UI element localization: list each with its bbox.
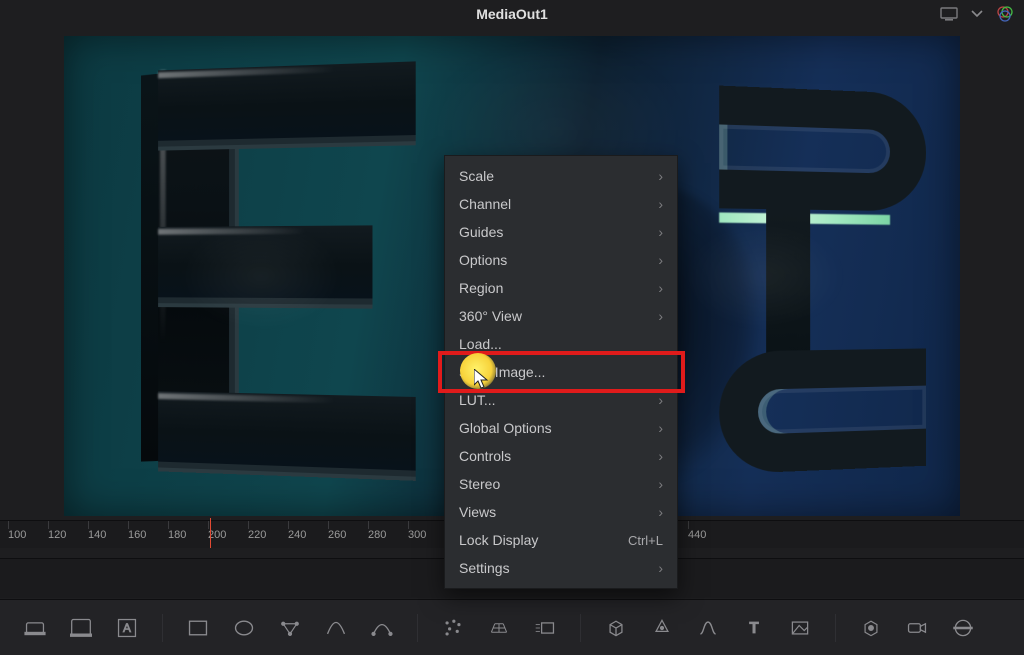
ruler-tick: 100	[8, 529, 48, 541]
context-menu-item[interactable]: Options ›	[445, 246, 677, 274]
chevron-right-icon: ›	[658, 476, 663, 492]
node-toolbar: AT	[0, 599, 1024, 655]
context-menu-item[interactable]: Stereo ›	[445, 470, 677, 498]
context-menu-item[interactable]: Controls ›	[445, 442, 677, 470]
chevron-right-icon: ›	[658, 196, 663, 212]
chevron-right-icon: ›	[658, 252, 663, 268]
chevron-right-icon: ›	[658, 420, 663, 436]
context-menu-item[interactable]: Lock Display Ctrl+L	[445, 526, 677, 554]
context-menu-item-label: 360° View	[459, 308, 522, 324]
tool-output[interactable]	[950, 615, 976, 641]
context-menu-item-label: Controls	[459, 448, 511, 464]
chevron-right-icon: ›	[658, 392, 663, 408]
tool-transform[interactable]	[277, 615, 303, 641]
context-menu-item[interactable]: LUT... ›	[445, 386, 677, 414]
context-menu-item-label: Stereo	[459, 476, 500, 492]
tool-node-3d[interactable]	[858, 615, 884, 641]
tool-text[interactable]: A	[114, 615, 140, 641]
context-menu-item[interactable]: Region ›	[445, 274, 677, 302]
tool-motion-blur[interactable]	[532, 615, 558, 641]
tool-color-corrector[interactable]	[649, 615, 675, 641]
context-menu-item[interactable]: Scale ›	[445, 162, 677, 190]
annotation-click-spot	[460, 353, 496, 389]
tool-grid[interactable]	[486, 615, 512, 641]
context-menu-item[interactable]: Global Options ›	[445, 414, 677, 442]
viewer-content-letter-e	[158, 61, 416, 470]
context-menu-item[interactable]: Views ›	[445, 498, 677, 526]
tool-keyer[interactable]	[787, 615, 813, 641]
context-menu-item-label: Region	[459, 280, 503, 296]
ruler-tick: 280	[368, 529, 408, 541]
svg-text:A: A	[123, 621, 131, 635]
context-menu-item-label: Guides	[459, 224, 503, 240]
context-menu-item-label: Load...	[459, 336, 502, 352]
chevron-down-icon[interactable]	[968, 5, 986, 23]
screen-icon[interactable]	[940, 5, 958, 23]
tool-mask-rectangle[interactable]	[185, 615, 211, 641]
context-menu-item-label: Global Options	[459, 420, 552, 436]
playhead[interactable]	[210, 518, 211, 548]
toolbar-separator	[417, 614, 418, 642]
chevron-right-icon: ›	[658, 504, 663, 520]
ruler-tick: 180	[168, 529, 208, 541]
tool-text3d[interactable]: T	[741, 615, 767, 641]
ruler-tick: 140	[88, 529, 128, 541]
ruler-tick: 300	[408, 529, 448, 541]
context-menu-item[interactable]: Settings ›	[445, 554, 677, 582]
ruler-tick: 240	[288, 529, 328, 541]
context-menu-item-label: LUT...	[459, 392, 496, 408]
tool-background[interactable]	[68, 615, 94, 641]
settings-rgb-icon[interactable]	[996, 5, 1014, 23]
viewer-content-letter-s	[719, 86, 926, 475]
context-menu-item-label: Lock Display	[459, 532, 538, 548]
context-menu-item[interactable]: 360° View ›	[445, 302, 677, 330]
toolbar-separator	[580, 614, 581, 642]
ruler-tick: 160	[128, 529, 168, 541]
tool-curve[interactable]	[323, 615, 349, 641]
tool-merge[interactable]	[22, 615, 48, 641]
ruler-tick: 200	[208, 529, 248, 541]
tool-mask-ellipse[interactable]	[231, 615, 257, 641]
context-menu-item[interactable]: Guides ›	[445, 218, 677, 246]
ruler-tick: 120	[48, 529, 88, 541]
ruler-tick: 260	[328, 529, 368, 541]
toolbar-separator	[162, 614, 163, 642]
viewer-header: MediaOut1	[0, 0, 1024, 28]
ruler-tick: 440	[688, 529, 728, 541]
viewer-title: MediaOut1	[476, 6, 548, 22]
header-right	[940, 5, 1014, 23]
context-menu-item-label: Channel	[459, 196, 511, 212]
chevron-right-icon: ›	[658, 168, 663, 184]
tool-spline[interactable]	[369, 615, 395, 641]
tool-particles[interactable]	[440, 615, 466, 641]
context-menu-shortcut: Ctrl+L	[628, 533, 663, 548]
context-menu-item-label: Options	[459, 252, 507, 268]
context-menu-item[interactable]: Channel ›	[445, 190, 677, 218]
chevron-right-icon: ›	[658, 560, 663, 576]
tool-color-curves[interactable]	[695, 615, 721, 641]
tool-3d-cube[interactable]	[603, 615, 629, 641]
chevron-right-icon: ›	[658, 308, 663, 324]
chevron-right-icon: ›	[658, 280, 663, 296]
chevron-right-icon: ›	[658, 224, 663, 240]
context-menu-item-label: Scale	[459, 168, 494, 184]
context-menu-item-label: Settings	[459, 560, 510, 576]
toolbar-separator	[835, 614, 836, 642]
chevron-right-icon: ›	[658, 448, 663, 464]
context-menu-item-label: Views	[459, 504, 496, 520]
svg-text:T: T	[749, 620, 759, 637]
ruler-tick: 220	[248, 529, 288, 541]
tool-camera[interactable]	[904, 615, 930, 641]
